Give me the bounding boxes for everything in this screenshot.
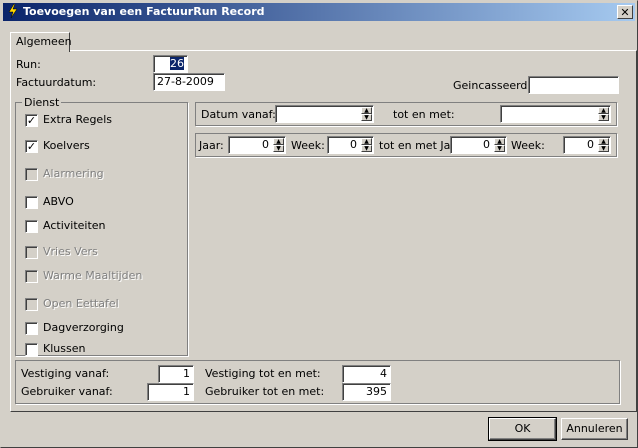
week-value: 0 — [350, 138, 357, 151]
vestiging-vanaf-field[interactable]: 1 — [158, 365, 194, 383]
dienst-checkbox-label: Activiteiten — [43, 219, 106, 232]
dienst-checkbox — [25, 168, 38, 181]
spin-control[interactable]: ▲ ▼ — [361, 138, 372, 152]
dienst-checkbox-label: Vries Vers — [43, 245, 98, 258]
dienst-checkbox[interactable] — [25, 220, 38, 233]
arrow-up-icon[interactable]: ▲ — [598, 138, 609, 145]
dienst-checkbox-label: ABVO — [43, 195, 74, 208]
datum-vanaf-label: Datum vanaf: — [201, 108, 276, 121]
totmet-week-value: 0 — [587, 138, 594, 151]
dienst-checkbox — [25, 270, 38, 283]
vestiging-totmet-label: Vestiging tot en met: — [205, 367, 321, 380]
gebruiker-vanaf-label: Gebruiker vanaf: — [21, 385, 113, 398]
spin-control[interactable]: ▲ ▼ — [494, 138, 505, 152]
vestiging-totmet-field[interactable]: 4 — [342, 365, 391, 383]
spin-control[interactable]: ▲ ▼ — [361, 107, 372, 121]
close-icon[interactable]: ✕ — [617, 5, 633, 19]
arrow-down-icon[interactable]: ▼ — [361, 114, 372, 121]
datum-totmet-field[interactable]: ▲ ▼ — [500, 105, 611, 123]
dienst-checkbox[interactable] — [25, 343, 38, 356]
totmet-jaar-value: 0 — [483, 138, 490, 151]
dienst-checkbox-label: Extra Regels — [43, 113, 112, 126]
jaar-label: Jaar: — [199, 139, 224, 152]
spin-control[interactable]: ▲ ▼ — [273, 138, 284, 152]
gebruiker-totmet-field[interactable]: 395 — [342, 383, 391, 401]
dienst-checkbox — [25, 246, 38, 259]
dienst-checkbox-label: Warme Maaltijden — [43, 269, 143, 282]
run-value: 26 — [170, 57, 184, 70]
arrow-down-icon[interactable]: ▼ — [598, 145, 609, 152]
dialog-window: Toevoegen van een FactuurRun Record ✕ Al… — [0, 0, 638, 448]
gebruiker-vanaf-field[interactable]: 1 — [147, 383, 194, 401]
dienst-legend: Dienst — [22, 96, 62, 109]
datum-vanaf-field[interactable]: ▲ ▼ — [275, 105, 374, 123]
arrow-up-icon[interactable]: ▲ — [361, 107, 372, 114]
gebruiker-totmet-label: Gebruiker tot en met: — [205, 385, 325, 398]
arrow-up-icon[interactable]: ▲ — [494, 138, 505, 145]
arrow-up-icon[interactable]: ▲ — [273, 138, 284, 145]
totmet-week-label: Week: — [511, 139, 545, 152]
totmet-week-field[interactable]: 0 ▲ ▼ — [563, 136, 611, 154]
dienst-checkbox-label: Alarmering — [43, 167, 104, 180]
dienst-checkbox[interactable]: ✓ — [25, 140, 38, 153]
dienst-checkbox-label: Klussen — [43, 342, 86, 355]
factuurdatum-field[interactable]: 27-8-2009 — [153, 73, 225, 91]
dienst-checkbox-label: Open Eettafel — [43, 297, 119, 310]
run-label: Run: — [16, 58, 41, 71]
geincasseerd-label: Geincasseerd: — [453, 79, 532, 92]
spin-control[interactable]: ▲ ▼ — [598, 138, 609, 152]
dienst-checkbox — [25, 298, 38, 311]
arrow-down-icon[interactable]: ▼ — [273, 145, 284, 152]
week-field[interactable]: 0 ▲ ▼ — [327, 136, 374, 154]
week-label: Week: — [291, 139, 325, 152]
tab-algemeen[interactable]: Algemeen — [10, 32, 72, 52]
datum-totmet-label: tot en met: — [393, 108, 455, 121]
arrow-down-icon[interactable]: ▼ — [494, 145, 505, 152]
dienst-checkbox-label: Dagverzorging — [43, 321, 124, 334]
arrow-down-icon[interactable]: ▼ — [598, 114, 609, 121]
vestiging-vanaf-label: Vestiging vanaf: — [21, 367, 110, 380]
ok-button[interactable]: OK — [488, 417, 557, 441]
spin-control[interactable]: ▲ ▼ — [598, 107, 609, 121]
cancel-button[interactable]: Annuleren — [561, 418, 628, 440]
dienst-checkbox[interactable] — [25, 322, 38, 335]
arrow-up-icon[interactable]: ▲ — [598, 107, 609, 114]
arrow-down-icon[interactable]: ▼ — [361, 145, 372, 152]
title-bar[interactable]: Toevoegen van een FactuurRun Record ✕ — [3, 3, 635, 21]
window-title: Toevoegen van een FactuurRun Record — [23, 5, 265, 18]
factuurdatum-label: Factuurdatum: — [16, 76, 97, 89]
lightning-icon — [8, 4, 18, 18]
dienst-checkbox[interactable]: ✓ — [25, 114, 38, 127]
totmet-jaar-field[interactable]: 0 ▲ ▼ — [450, 136, 507, 154]
dienst-checkbox[interactable] — [25, 196, 38, 209]
jaar-field[interactable]: 0 ▲ ▼ — [228, 136, 286, 154]
geincasseerd-field[interactable] — [528, 76, 619, 94]
run-field[interactable]: 26 — [153, 55, 188, 73]
jaar-value: 0 — [262, 138, 269, 151]
arrow-up-icon[interactable]: ▲ — [361, 138, 372, 145]
dienst-checkbox-label: Koelvers — [43, 139, 90, 152]
